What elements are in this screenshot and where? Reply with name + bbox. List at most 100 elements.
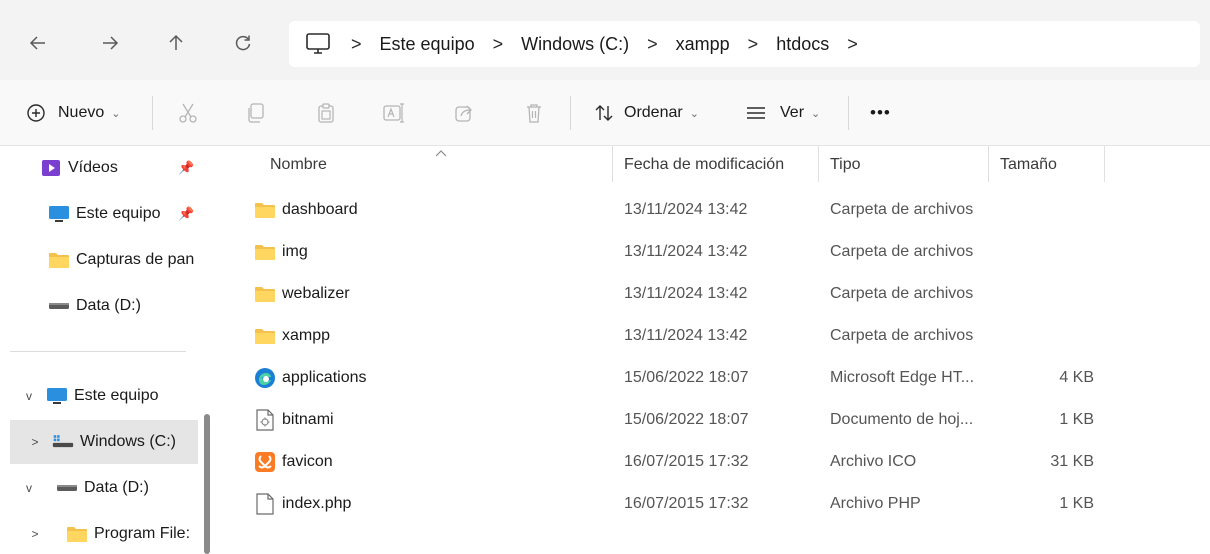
view-label: Ver (780, 104, 805, 121)
column-header-type[interactable]: Tipo (830, 146, 988, 184)
breadcrumb-windows-c[interactable]: Windows (C:) (521, 34, 629, 55)
plus-circle-icon (24, 101, 48, 125)
sidebar-item-data-d[interactable]: v Data (D:) (0, 466, 204, 510)
sidebar-item-videos[interactable]: Vídeos 📌 (0, 146, 204, 190)
column-header-label: Tipo (830, 156, 861, 173)
table-row[interactable]: img 13/11/2024 13:42 Carpeta de archivos (224, 231, 1210, 273)
stylesheet-file-icon (254, 409, 276, 431)
view-button[interactable]: Ver ⌄ (744, 80, 820, 146)
chevron-down-icon[interactable]: v (20, 389, 38, 403)
sidebar-item-label: Vídeos (68, 159, 118, 176)
column-header-label: Fecha de modificación (624, 156, 785, 173)
file-name: dashboard (282, 201, 358, 218)
scissors-icon (176, 101, 200, 125)
file-date: 15/06/2022 18:07 (624, 369, 749, 386)
chevron-right-icon[interactable]: > (26, 527, 44, 541)
share-icon (452, 101, 476, 125)
file-size (1000, 273, 1094, 315)
file-type: Carpeta de archivos (830, 243, 974, 260)
address-bar[interactable]: > Este equipo > Windows (C:) > xampp > h… (289, 21, 1200, 67)
sidebar-item-este-equipo-pinned[interactable]: Este equipo 📌 (0, 192, 204, 236)
forward-button[interactable] (92, 25, 128, 61)
column-divider[interactable] (818, 146, 819, 182)
column-header-size[interactable]: Tamaño (1000, 146, 1100, 184)
new-button[interactable]: Nuevo ⌄ (24, 80, 120, 146)
paste-button[interactable] (314, 80, 338, 146)
file-size: 31 KB (1050, 453, 1094, 470)
file-date: 13/11/2024 13:42 (624, 243, 748, 260)
file-date: 16/07/2015 17:32 (624, 495, 749, 512)
xampp-icon (254, 451, 276, 473)
column-divider[interactable] (1104, 146, 1105, 182)
chevron-down-icon[interactable]: v (20, 481, 38, 495)
share-button[interactable] (452, 80, 476, 146)
table-row[interactable]: webalizer 13/11/2024 13:42 Carpeta de ar… (224, 273, 1210, 315)
sidebar-scrollbar[interactable] (204, 414, 210, 554)
chevron-down-icon: ⌄ (689, 107, 699, 120)
chevron-down-icon: ⌄ (811, 107, 821, 120)
sidebar-item-program-files[interactable]: > Program File: (0, 512, 204, 554)
toolbar-divider (570, 96, 571, 130)
breadcrumb-separator: > (492, 33, 504, 54)
sort-icon (592, 101, 616, 125)
sidebar-item-windows-c[interactable]: > Windows (C:) (10, 420, 198, 464)
table-row[interactable]: applications 15/06/2022 18:07 Microsoft … (224, 357, 1210, 399)
file-date: 16/07/2015 17:32 (624, 453, 749, 470)
file-type: Archivo ICO (830, 453, 917, 470)
pin-icon[interactable]: 📌 (178, 206, 194, 222)
file-type: Microsoft Edge HT... (830, 369, 975, 386)
rename-icon (382, 101, 406, 125)
table-row[interactable]: favicon 16/07/2015 17:32 Archivo ICO 31 … (224, 441, 1210, 483)
column-divider[interactable] (988, 146, 989, 182)
rename-button[interactable] (382, 80, 406, 146)
file-type: Carpeta de archivos (830, 201, 974, 218)
file-name-cell: applications (254, 357, 614, 399)
folder-icon (254, 199, 276, 221)
file-type: Carpeta de archivos (830, 285, 974, 302)
table-row[interactable]: dashboard 13/11/2024 13:42 Carpeta de ar… (224, 189, 1210, 231)
drive-icon (48, 295, 70, 317)
file-date: 13/11/2024 13:42 (624, 285, 748, 302)
breadcrumb-xampp[interactable]: xampp (676, 34, 730, 55)
breadcrumb-separator[interactable]: > (847, 34, 858, 55)
column-divider[interactable] (612, 146, 613, 182)
sidebar-item-label: Este equipo (76, 205, 161, 222)
computer-icon (46, 385, 68, 407)
copy-icon (244, 101, 268, 125)
file-size (1000, 189, 1094, 231)
copy-button[interactable] (244, 80, 268, 146)
table-row[interactable]: index.php 16/07/2015 17:32 Archivo PHP 1… (224, 483, 1210, 525)
delete-button[interactable] (522, 80, 546, 146)
column-header-date[interactable]: Fecha de modificación (624, 146, 818, 184)
table-row[interactable]: xampp 13/11/2024 13:42 Carpeta de archiv… (224, 315, 1210, 357)
sidebar-item-este-equipo[interactable]: v Este equipo (0, 374, 204, 418)
drive-icon (56, 477, 78, 499)
breadcrumb-este-equipo[interactable]: Este equipo (380, 34, 475, 55)
sort-ascending-icon (435, 146, 447, 160)
more-options-button[interactable]: ••• (870, 80, 891, 146)
sidebar-divider (10, 351, 186, 352)
file-size: 1 KB (1059, 495, 1094, 512)
file-name: index.php (282, 495, 352, 512)
chevron-right-icon[interactable]: > (26, 435, 44, 449)
folder-icon (254, 283, 276, 305)
up-button[interactable] (158, 25, 194, 61)
breadcrumb-htdocs[interactable]: htdocs (776, 34, 829, 55)
table-row[interactable]: bitnami 15/06/2022 18:07 Documento de ho… (224, 399, 1210, 441)
view-list-icon (744, 101, 768, 125)
arrow-up-icon (169, 34, 183, 50)
file-date: 15/06/2022 18:07 (624, 411, 749, 428)
folder-icon (254, 241, 276, 263)
sort-button[interactable]: Ordenar ⌄ (592, 80, 699, 146)
back-button[interactable] (20, 25, 56, 61)
file-type: Documento de hoj... (830, 411, 974, 428)
pin-icon[interactable]: 📌 (178, 160, 194, 176)
file-name-cell: img (254, 231, 614, 273)
refresh-button[interactable] (225, 25, 261, 61)
cut-button[interactable] (176, 80, 200, 146)
sidebar-item-capturas[interactable]: Capturas de pan (0, 238, 204, 282)
sidebar-item-data-d-quick[interactable]: Data (D:) (0, 284, 204, 328)
breadcrumb-separator: > (747, 33, 759, 54)
file-name-cell: favicon (254, 441, 614, 483)
breadcrumb-separator: > (351, 33, 362, 54)
